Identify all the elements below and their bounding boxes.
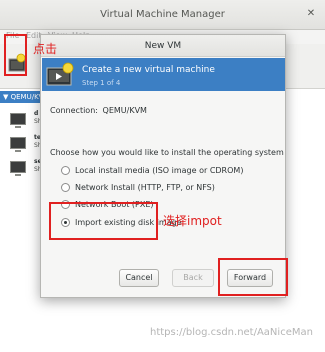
annotation-box-forward (218, 258, 288, 296)
vm-icon (10, 161, 26, 176)
annotation-click-label: 点击 (33, 42, 58, 56)
connection-label: Connection: (50, 106, 98, 115)
dialog-title: New VM (144, 41, 182, 51)
annotation-box-new-vm (4, 34, 27, 76)
radio-network-install[interactable]: Network Install (HTTP, FTP, or NFS) (61, 181, 215, 193)
main-window-title: Virtual Machine Manager (100, 9, 225, 20)
install-method-label: Choose how you would like to install the… (50, 148, 284, 157)
watermark: https://blog.csdn.net/AaNiceMan (150, 327, 313, 338)
annotation-box-import (49, 202, 158, 240)
cancel-button[interactable]: Cancel (119, 269, 159, 287)
annotation-select-label: 选择impot (163, 214, 222, 228)
main-titlebar: Virtual Machine Manager ✕ (0, 0, 325, 30)
banner-step: Step 1 of 4 (82, 79, 121, 87)
radio-label: Network Install (HTTP, FTP, or NFS) (75, 182, 215, 192)
banner-title: Create a new virtual machine (82, 65, 215, 75)
dialog-banner: Create a new virtual machine Step 1 of 4 (42, 58, 285, 91)
close-icon[interactable]: ✕ (305, 8, 317, 20)
dialog-titlebar: New VM (41, 35, 285, 57)
connection-header-label: QEMU/KVM (10, 93, 44, 101)
vm-icon (10, 113, 26, 128)
radio-button[interactable] (61, 182, 70, 192)
radio-label: Local install media (ISO image or CDROM) (75, 165, 244, 175)
radio-local-media[interactable]: Local install media (ISO image or CDROM) (61, 164, 243, 176)
vm-name: d (34, 110, 39, 117)
vm-icon (10, 137, 26, 152)
connection-row: Connection: QEMU/KVM (50, 106, 149, 115)
radio-button[interactable] (61, 165, 70, 175)
back-button[interactable]: Back (172, 269, 214, 287)
connection-header[interactable]: ▼ QEMU/KVM (0, 91, 44, 103)
connection-value: QEMU/KVM (102, 106, 147, 115)
new-vm-icon (46, 62, 74, 87)
